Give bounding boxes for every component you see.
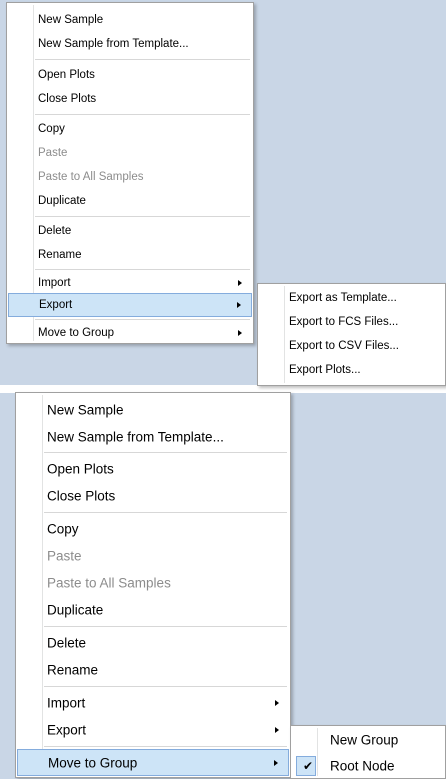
menu-item-open-plots[interactable]: Open Plots	[8, 63, 252, 87]
chevron-right-icon	[274, 759, 278, 766]
menu-item-copy[interactable]: Copy	[8, 117, 252, 141]
menu-item-label: Delete	[38, 225, 72, 237]
menu-item-open-plots[interactable]: Open Plots	[17, 455, 289, 482]
menu-item-label: Export to CSV Files...	[289, 340, 399, 352]
menu-separator	[35, 269, 250, 270]
menu-item-paste: Paste	[8, 141, 252, 165]
chevron-right-icon	[275, 726, 279, 733]
menu-item-rename[interactable]: Rename	[8, 243, 252, 267]
menu-item-label: Move to Group	[38, 327, 115, 339]
menu-item-new-sample[interactable]: New Sample	[17, 396, 289, 423]
menu-item-label: Copy	[47, 521, 79, 536]
chevron-right-icon	[238, 330, 242, 336]
menu-item-label: New Sample from Template...	[47, 429, 224, 444]
menu-item-import[interactable]: Import	[17, 689, 289, 716]
menu-item-paste: Paste	[17, 542, 289, 569]
menu-item-label: Rename	[38, 249, 82, 261]
chevron-right-icon	[237, 302, 241, 308]
menu-item-move-to-group[interactable]: Move to Group	[8, 321, 252, 345]
context-menu-top: New Sample New Sample from Template... O…	[6, 2, 254, 344]
export-submenu: Export as Template... Export to FCS File…	[257, 283, 446, 386]
menu-item-label: Export as Template...	[289, 292, 397, 304]
menu-item-label: Delete	[47, 635, 87, 650]
menu-item-label: Close Plots	[47, 488, 116, 503]
menu-item-copy[interactable]: Copy	[17, 515, 289, 542]
menu-item-duplicate[interactable]: Duplicate	[8, 189, 252, 213]
menu-item-export-plots[interactable]: Export Plots...	[259, 358, 444, 382]
menu-separator	[35, 114, 250, 115]
menu-item-export-to-csv-files[interactable]: Export to CSV Files...	[259, 334, 444, 358]
menu-item-new-sample-from-template[interactable]: New Sample from Template...	[8, 32, 252, 56]
menu-item-label: Paste to All Samples	[38, 171, 144, 183]
menu-item-root-node[interactable]: ✔ Root Node	[292, 753, 444, 779]
chevron-right-icon	[275, 699, 279, 706]
menu-separator	[44, 626, 287, 627]
menu-item-delete[interactable]: Delete	[17, 629, 289, 656]
menu-item-export[interactable]: Export	[8, 293, 252, 317]
menu-separator	[35, 59, 250, 60]
menu-item-paste-to-all-samples: Paste to All Samples	[8, 165, 252, 189]
menu-item-paste-to-all-samples: Paste to All Samples	[17, 569, 289, 596]
menu-item-new-sample[interactable]: New Sample	[8, 8, 252, 32]
menu-item-new-sample-from-template[interactable]: New Sample from Template...	[17, 423, 289, 450]
check-indicator: ✔	[296, 756, 316, 776]
menu-item-label: Paste	[47, 548, 82, 563]
menu-item-rename[interactable]: Rename	[17, 656, 289, 683]
menu-item-label: Open Plots	[38, 69, 95, 81]
menu-item-label: New Sample	[47, 402, 124, 417]
menu-item-label: Open Plots	[47, 461, 114, 476]
menu-item-label: New Group	[330, 732, 399, 748]
menu-item-duplicate[interactable]: Duplicate	[17, 596, 289, 623]
menu-item-import[interactable]: Import	[8, 271, 252, 295]
menu-item-label: Duplicate	[38, 195, 86, 207]
menu-separator	[35, 216, 250, 217]
menu-separator	[44, 452, 287, 453]
menu-item-move-to-group[interactable]: Move to Group	[17, 749, 289, 776]
menu-item-label: Close Plots	[38, 93, 97, 105]
menu-item-close-plots[interactable]: Close Plots	[8, 87, 252, 111]
menu-item-export-as-template[interactable]: Export as Template...	[259, 286, 444, 310]
context-menu-bottom: New Sample New Sample from Template... O…	[15, 392, 291, 778]
menu-separator	[44, 746, 287, 747]
menu-item-label: Export Plots...	[289, 364, 361, 376]
menu-item-label: Duplicate	[47, 602, 104, 617]
menu-item-label: Import	[47, 695, 86, 710]
menu-item-label: Copy	[38, 123, 65, 135]
menu-item-label: Paste	[38, 147, 68, 159]
menu-item-delete[interactable]: Delete	[8, 219, 252, 243]
menu-separator	[35, 319, 250, 320]
menu-item-export[interactable]: Export	[17, 716, 289, 743]
menu-item-label: Export	[47, 722, 87, 737]
menu-item-label: Rename	[47, 662, 99, 677]
menu-item-close-plots[interactable]: Close Plots	[17, 482, 289, 509]
menu-item-export-to-fcs-files[interactable]: Export to FCS Files...	[259, 310, 444, 334]
menu-item-label: Root Node	[330, 758, 395, 774]
menu-separator	[44, 686, 287, 687]
menu-item-label: Paste to All Samples	[47, 575, 171, 590]
menu-item-label: New Sample	[38, 14, 104, 26]
menu-item-label: Export	[39, 299, 73, 311]
checkmark-icon: ✔	[303, 759, 314, 773]
menu-item-label: New Sample from Template...	[38, 38, 189, 50]
menu-item-label: Import	[38, 277, 71, 289]
move-to-group-submenu: New Group ✔ Root Node	[290, 725, 446, 779]
menu-item-label: Move to Group	[48, 755, 138, 770]
menu-item-label: Export to FCS Files...	[289, 316, 399, 328]
menu-item-new-group[interactable]: New Group	[292, 727, 444, 753]
chevron-right-icon	[238, 280, 242, 286]
menu-separator	[44, 512, 287, 513]
